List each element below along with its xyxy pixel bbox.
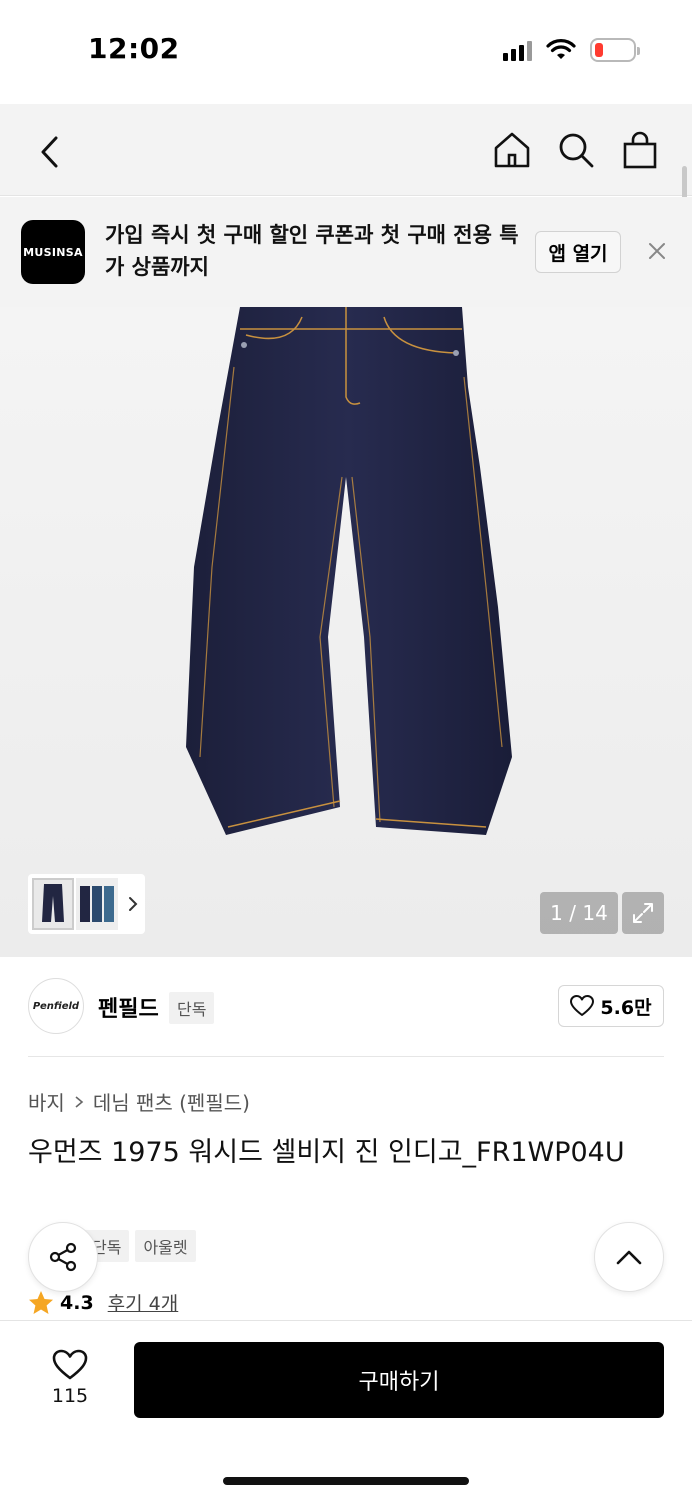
home-icon xyxy=(494,132,530,168)
rating-row: 4.3 후기 4개 xyxy=(28,1289,178,1316)
thumbnail-1[interactable] xyxy=(32,878,74,930)
jeans-thumbnail-icon xyxy=(42,884,64,922)
wifi-icon xyxy=(546,39,576,59)
product-title: 우먼즈 1975 워시드 셀비지 진 인디고_FR1WP04U xyxy=(28,1137,625,1168)
heart-icon xyxy=(570,995,595,1016)
search-button[interactable] xyxy=(554,128,598,172)
buy-button[interactable]: 구매하기 xyxy=(134,1342,664,1418)
image-page-counter: 1 / 14 xyxy=(540,892,618,934)
home-indicator xyxy=(223,1477,469,1485)
jeans-colors-thumbnail-icon xyxy=(80,886,114,922)
wishlist-button[interactable]: 115 xyxy=(30,1340,110,1416)
chevron-right-icon xyxy=(75,1095,84,1108)
top-navigation xyxy=(0,104,692,196)
product-tags: 단독 아울렛 xyxy=(84,1230,196,1262)
product-tag-outlet: 아울렛 xyxy=(135,1230,196,1262)
chevron-up-icon xyxy=(616,1250,642,1265)
shopping-bag-icon xyxy=(623,131,657,169)
wishlist-count: 115 xyxy=(51,1385,89,1407)
status-icons xyxy=(503,38,640,62)
open-app-button[interactable]: 앱 열기 xyxy=(535,231,621,273)
product-image-jeans xyxy=(186,307,512,835)
close-icon xyxy=(649,243,665,259)
heart-icon xyxy=(52,1349,88,1380)
cart-button[interactable] xyxy=(618,128,662,172)
home-button[interactable] xyxy=(490,128,534,172)
breadcrumb-category[interactable]: 바지 xyxy=(28,1087,65,1116)
brand-like-button[interactable]: 5.6만 xyxy=(558,985,664,1027)
brand-like-count: 5.6만 xyxy=(600,996,652,1019)
brand-name[interactable]: 펜필드 xyxy=(98,991,159,1023)
battery-icon xyxy=(590,38,640,62)
status-bar: 12:02 xyxy=(0,0,692,104)
expand-icon xyxy=(633,903,653,923)
chevron-right-icon[interactable] xyxy=(124,895,142,913)
status-time: 12:02 xyxy=(88,32,180,65)
share-icon xyxy=(49,1242,77,1272)
product-image-gallery[interactable] xyxy=(0,307,692,957)
banner-message: 가입 즉시 첫 구매 할인 쿠폰과 첫 구매 전용 특가 상품까지 xyxy=(105,223,519,279)
star-icon xyxy=(29,1290,53,1314)
breadcrumb: 바지 데님 팬츠 (펜필드) xyxy=(28,1087,250,1116)
brand-logo[interactable]: Penfield xyxy=(28,978,84,1034)
brand-row: Penfield 펜필드 단독 5.6만 xyxy=(0,957,692,1057)
back-button[interactable] xyxy=(28,130,72,174)
chevron-left-icon xyxy=(41,136,58,168)
rating-score: 4.3 xyxy=(60,1291,94,1314)
thumbnail-strip[interactable] xyxy=(28,874,145,934)
share-button[interactable] xyxy=(28,1222,98,1292)
scroll-top-button[interactable] xyxy=(594,1222,664,1292)
divider xyxy=(28,1056,664,1057)
expand-image-button[interactable] xyxy=(622,892,664,934)
exclusive-badge: 단독 xyxy=(169,992,215,1024)
thumbnail-2[interactable] xyxy=(76,878,118,930)
musinsa-logo: MUSINSA xyxy=(21,220,85,284)
close-banner-button[interactable] xyxy=(640,234,674,268)
search-icon xyxy=(559,133,594,168)
review-link[interactable]: 후기 4개 xyxy=(108,1289,179,1316)
cellular-signal-icon xyxy=(503,39,532,61)
breadcrumb-subcategory[interactable]: 데님 팬츠 (펜필드) xyxy=(93,1087,250,1116)
